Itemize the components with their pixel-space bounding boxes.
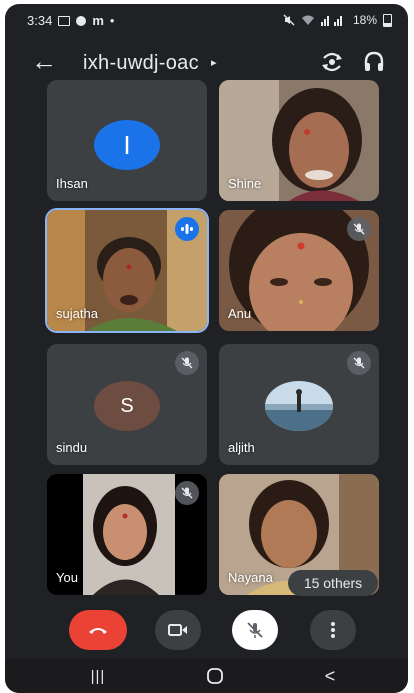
- gallery-icon: [58, 15, 71, 26]
- recents-button[interactable]: |||: [83, 665, 113, 687]
- mic-off-icon: [353, 357, 365, 369]
- avatar-photo: [265, 381, 333, 431]
- home-button[interactable]: [200, 665, 230, 687]
- participant-name: Ihsan: [56, 176, 88, 191]
- participant-tile[interactable]: You: [47, 474, 207, 595]
- avatar: I: [94, 120, 160, 170]
- mic-off-icon: [181, 487, 193, 499]
- nav-back-button[interactable]: <: [315, 665, 345, 687]
- battery-percent: 18%: [352, 13, 377, 27]
- participant-tile[interactable]: Shine: [219, 80, 379, 201]
- participant-name: sindu: [56, 440, 88, 455]
- avatar-letter: S: [120, 394, 134, 417]
- mic-off-icon: [247, 622, 263, 638]
- status-bar: 3:34 m • 18%: [5, 4, 408, 34]
- mic-off-icon: [353, 223, 365, 235]
- participant-name: Nayana: [228, 570, 273, 585]
- participant-name: Shine: [228, 176, 262, 191]
- camera-icon: [168, 624, 187, 636]
- microphone-button[interactable]: [232, 610, 278, 650]
- battery-icon: [383, 13, 392, 27]
- signal-icon: [320, 16, 342, 26]
- avatar: S: [94, 381, 160, 431]
- muted-indicator: [175, 481, 199, 505]
- home-icon: [207, 668, 223, 684]
- audio-output-icon[interactable]: [360, 48, 388, 76]
- end-call-button[interactable]: [69, 610, 127, 650]
- switch-camera-icon[interactable]: [318, 48, 346, 76]
- more-options-button[interactable]: [310, 610, 356, 650]
- participant-name: Anu: [228, 306, 252, 321]
- participant-tile[interactable]: Anu: [219, 210, 379, 331]
- avatar-letter: I: [123, 129, 131, 160]
- participant-name: sujatha: [56, 306, 98, 321]
- expand-details-icon[interactable]: ▸: [211, 56, 217, 69]
- mic-off-icon: [181, 357, 193, 369]
- status-dot: •: [109, 13, 115, 28]
- participant-tile[interactable]: sujatha: [47, 210, 207, 331]
- participant-name: You: [56, 570, 78, 585]
- wifi-icon: [301, 15, 314, 25]
- muted-indicator: [347, 351, 371, 375]
- others-chip[interactable]: 15 others: [288, 570, 378, 596]
- status-right: 18%: [283, 13, 392, 27]
- phone-screen: 3:34 m • 18% ← ixh-uwdj-oac ▸ I Ihsan Sh…: [5, 4, 408, 693]
- participant-tile[interactable]: S sindu: [47, 344, 207, 465]
- status-left: 3:34 m •: [27, 13, 114, 28]
- meeting-code[interactable]: ixh-uwdj-oac: [83, 52, 199, 75]
- end-call-icon: [89, 628, 107, 634]
- mute-ring-icon: [283, 14, 295, 26]
- muted-indicator: [175, 351, 199, 375]
- muted-indicator: [347, 217, 371, 241]
- speaking-indicator: [175, 217, 199, 241]
- audio-levels-icon: [181, 224, 193, 234]
- camera-button[interactable]: [155, 610, 201, 650]
- participant-tile[interactable]: aljith: [219, 344, 379, 465]
- meeting-header: ← ixh-uwdj-oac ▸: [5, 40, 408, 84]
- carrier-mark: m: [92, 13, 104, 28]
- more-icon: [331, 622, 335, 638]
- back-button[interactable]: ←: [31, 48, 57, 74]
- system-nav-bar: ||| <: [5, 659, 408, 693]
- record-icon: [76, 15, 87, 26]
- participant-name: aljith: [228, 440, 255, 455]
- status-time: 3:34: [27, 13, 53, 28]
- participant-tile[interactable]: I Ihsan: [47, 80, 207, 201]
